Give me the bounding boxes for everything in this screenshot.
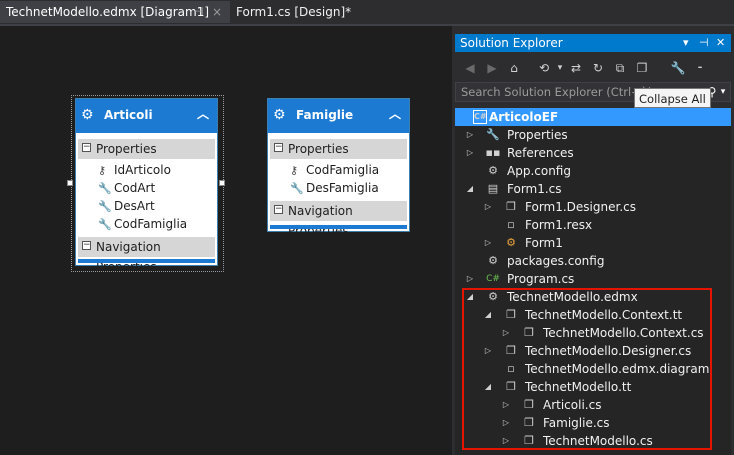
solution-explorer-titlebar[interactable]: Solution Explorer ▾ ⊣ ✕ [455,34,731,52]
wrench-icon: 🔧 [98,218,112,231]
tree-item[interactable]: ⚙ App.config [455,162,731,180]
solution-explorer-toolbar: ◀ ▶ ⌂ ⟲ ▾ ⇄ ↻ ⧉ ❐ 🔧 ⁃ [455,56,731,80]
panel-title: Solution Explorer [460,36,563,50]
tree-item[interactable]: ▷ ▪▪ References [455,144,731,162]
dropdown-arrow-icon[interactable]: ▾ [683,34,689,52]
expanded-arrow-icon[interactable]: ◢ [465,180,475,198]
entity-property[interactable]: 🔧 DesFamiglia [290,179,379,197]
section-label: Properties [96,142,157,156]
collapse-chevron-icon[interactable]: ︿ [197,105,209,122]
section-label: Navigation Properties [96,240,161,274]
close-icon[interactable]: × [212,1,222,23]
expand-arrow-icon[interactable]: ▷ [483,198,493,216]
highlight-annotation-box [462,288,712,450]
tree-item[interactable]: ⚙ packages.config [455,252,731,270]
wrench-icon: 🔧 [486,128,500,141]
wrench-icon: 🔧 [98,182,112,195]
forward-icon[interactable]: ▶ [482,58,502,78]
form-icon: ▤ [487,182,499,195]
sync-icon[interactable]: ⇄ [566,58,586,78]
csharp-file-icon: C# [486,274,500,284]
expand-arrow-icon[interactable]: ▷ [483,234,493,252]
collapse-box-icon[interactable]: − [82,241,91,250]
resize-handle-left[interactable] [67,180,73,186]
cs-file-icon: ❐ [506,200,516,213]
document-tab-bar: TechnetModello.edmx [Diagram1] ⊣ × Form1… [0,0,734,24]
properties-section[interactable]: − Properties [78,139,215,159]
tab-label: Form1.cs [Design]* [236,5,352,19]
entity-header[interactable]: ⚙ Famiglie ︿ [268,99,409,133]
entity-famiglie[interactable]: ⚙ Famiglie ︿ − Properties ⚷ CodFamiglia 🔧… [267,98,410,238]
tree-item[interactable]: ▫ Form1.resx [455,216,731,234]
entity-property[interactable]: ⚷ IdArticolo [98,161,171,179]
collapse-box-icon[interactable]: − [274,205,283,214]
show-all-files-icon[interactable]: ❐ [632,58,652,78]
pin-icon[interactable]: ⊣ [194,1,204,23]
preview-icon[interactable]: ⁃ [690,58,710,78]
entity-header[interactable]: ⚙ Articoli ︿ [76,99,217,133]
config-icon: ⚙ [488,254,498,267]
entity-property[interactable]: 🔧 CodFamiglia [98,215,187,233]
collapse-chevron-icon[interactable]: ︿ [389,105,401,122]
key-icon: ⚷ [98,164,107,177]
entity-icon: ⚙ [273,107,286,123]
tree-item[interactable]: ▷ C# Program.cs [455,270,731,288]
entity-footer [78,259,215,263]
search-options-dropdown-icon[interactable]: ▾ [716,84,730,100]
back-icon[interactable]: ◀ [460,58,480,78]
entity-articoli[interactable]: ⚙ Articoli ︿ − Properties ⚷ IdArticolo 🔧 C… [75,98,218,274]
entity-property[interactable]: ⚷ CodFamiglia [290,161,379,179]
tree-item[interactable]: ▷ ⚙ Form1 [455,234,731,252]
tab-form1-design[interactable]: Form1.cs [Design]* [230,1,357,23]
collapse-box-icon[interactable]: − [82,143,91,152]
navigation-properties-section[interactable]: − Navigation Properties [78,237,215,274]
tree-item[interactable]: ▷ 🔧 Properties [455,126,731,144]
collapse-box-icon[interactable]: − [274,143,283,152]
config-icon: ⚙ [488,164,498,177]
tree-item-project[interactable]: C# ArticoloEF [455,108,731,126]
entity-property[interactable]: 🔧 DesArt [98,197,155,215]
tab-label: TechnetModello.edmx [Diagram1] [6,5,210,19]
class-icon: ⚙ [506,236,516,249]
wrench-icon: 🔧 [290,182,304,195]
entity-title: Articoli [104,108,153,122]
section-label: Navigation Properties [288,204,353,238]
resize-handle-right[interactable] [219,180,225,186]
close-icon[interactable]: ✕ [716,34,725,52]
home-icon[interactable]: ⌂ [504,58,524,78]
properties-section[interactable]: − Properties [270,139,407,159]
expand-arrow-icon[interactable]: ▷ [465,126,475,144]
key-icon: ⚷ [290,164,299,177]
csharp-project-icon: C# [473,110,487,124]
tab-edmx-diagram[interactable]: TechnetModello.edmx [Diagram1] ⊣ × [0,1,230,23]
entity-property[interactable]: 🔧 CodArt [98,179,155,197]
navigation-properties-section[interactable]: − Navigation Properties [270,201,407,238]
expand-arrow-icon[interactable]: ▷ [465,144,475,162]
collapse-all-icon[interactable]: ⧉ [610,58,630,78]
tree-item[interactable]: ◢ ▤ Form1.cs [455,180,731,198]
properties-wrench-icon[interactable]: 🔧 [668,58,688,78]
entity-title: Famiglie [296,108,354,122]
references-icon: ▪▪ [485,146,501,159]
collapse-all-tooltip: Collapse All [634,88,711,108]
tree-item[interactable]: ▷ ❐ Form1.Designer.cs [455,198,731,216]
pin-icon[interactable]: ⊣ [699,34,709,52]
entity-icon: ⚙ [81,107,94,123]
resx-icon: ▫ [507,218,515,231]
section-label: Properties [288,142,349,156]
search-placeholder: Search Solution Explorer (Ctrl+è) [461,85,653,99]
expand-arrow-icon[interactable]: ▷ [465,270,475,288]
entity-footer [270,225,407,229]
wrench-icon: 🔧 [98,200,112,213]
refresh-icon[interactable]: ↻ [588,58,608,78]
